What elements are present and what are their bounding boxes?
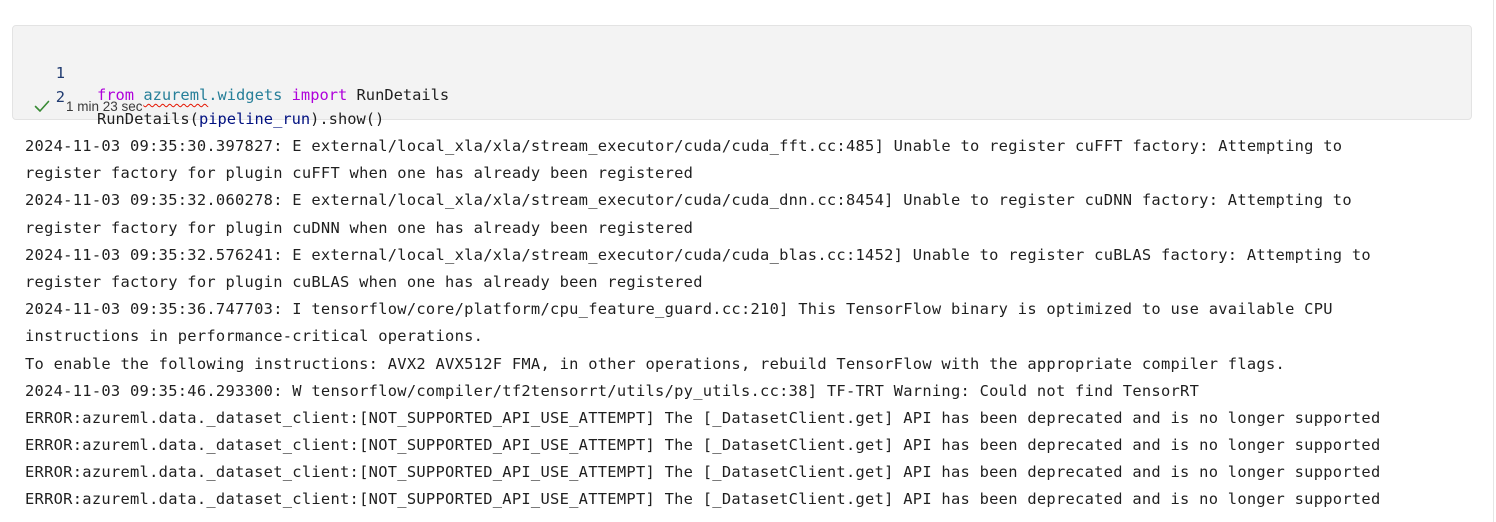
identifier-token: ).show()	[310, 110, 385, 128]
output-line: register factory for plugin cuBLAS when …	[25, 272, 703, 291]
code-text[interactable]: from azureml.widgets import RunDetails	[97, 84, 449, 106]
code-cell[interactable]: 1 from azureml.widgets import RunDetails…	[12, 25, 1472, 128]
execution-status: 1 min 23 sec	[33, 96, 143, 116]
notebook: 1 from azureml.widgets import RunDetails…	[0, 0, 1496, 522]
output-line: ERROR:azureml.data._dataset_client:[NOT_…	[25, 463, 1381, 482]
output-line: 2024-11-03 09:35:36.747703: I tensorflow…	[25, 300, 1333, 319]
cell-output: 2024-11-03 09:35:30.397827: E external/l…	[25, 133, 1485, 514]
variable-token: pipeline_run	[198, 110, 311, 128]
output-line: 2024-11-03 09:35:46.293300: W tensorflow…	[25, 381, 1200, 400]
output-line: 2024-11-03 09:35:32.060278: E external/l…	[25, 191, 1352, 210]
code-line-2[interactable]: 2 RunDetails(pipeline_run).show()	[13, 64, 385, 128]
module-token-squiggled: azureml	[143, 86, 209, 104]
check-icon	[33, 97, 51, 115]
keyword-token: import	[291, 86, 348, 104]
output-line: instructions in performance-critical ope…	[25, 327, 484, 346]
execution-time: 1 min 23 sec	[66, 98, 143, 114]
output-line: 2024-11-03 09:35:32.576241: E external/l…	[25, 245, 1371, 264]
output-line: ERROR:azureml.data._dataset_client:[NOT_…	[25, 408, 1381, 427]
module-token: .widgets	[208, 86, 283, 104]
output-line: register factory for plugin cuFFT when o…	[25, 164, 694, 183]
output-line: 2024-11-03 09:35:30.397827: E external/l…	[25, 137, 1343, 155]
output-line: ERROR:azureml.data._dataset_client:[NOT_…	[25, 490, 1381, 509]
output-line: To enable the following instructions: AV…	[25, 354, 1286, 373]
output-line: register factory for plugin cuDNN when o…	[25, 218, 694, 237]
scrollbar-edge	[1493, 0, 1494, 522]
code-line-1[interactable]: 1 from azureml.widgets import RunDetails	[13, 40, 449, 104]
identifier-token: RunDetails	[347, 86, 450, 104]
output-line: ERROR:azureml.data._dataset_client:[NOT_…	[25, 436, 1381, 455]
